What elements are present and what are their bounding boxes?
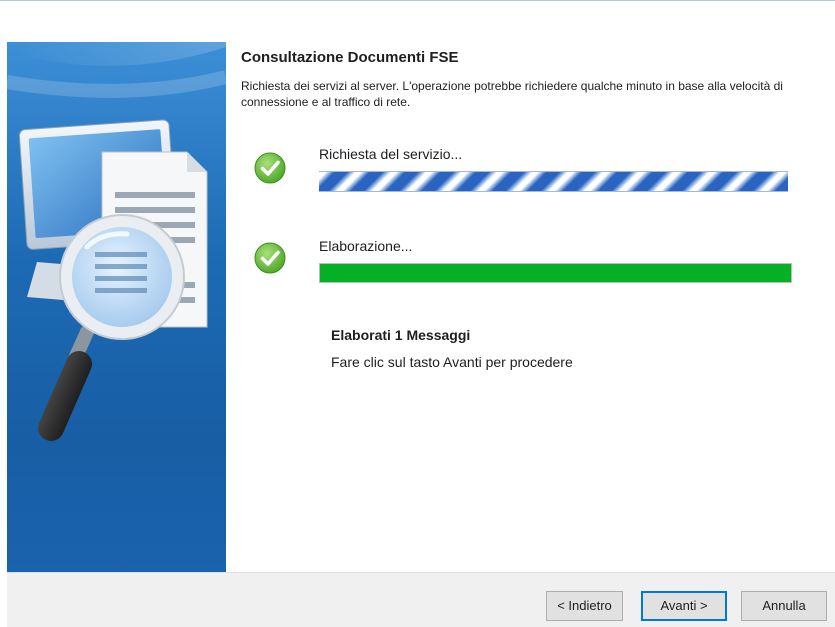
- page-title: Consultazione Documenti FSE: [241, 49, 459, 66]
- side-banner: [7, 42, 226, 572]
- processing-progress-fill: [320, 264, 791, 282]
- result-title: Elaborati 1 Messaggi: [331, 327, 471, 343]
- page-description: Richiesta dei servizi al server. L'opera…: [241, 79, 783, 109]
- request-progress-bar: [319, 171, 788, 192]
- processing-progress-bar: [319, 263, 792, 283]
- window-border: [0, 0, 835, 1]
- wizard-content: Consultazione Documenti FSE Richiesta de…: [226, 42, 835, 572]
- button-bar: < Indietro Avanti > Annulla: [7, 572, 835, 627]
- document-search-icon: [7, 42, 226, 441]
- back-button[interactable]: < Indietro: [546, 591, 623, 621]
- step-request-label: Richiesta del servizio...: [319, 146, 463, 162]
- cancel-button[interactable]: Annulla: [741, 591, 827, 621]
- check-icon: [254, 152, 286, 184]
- check-icon: [254, 242, 286, 274]
- result-message: Fare clic sul tasto Avanti per procedere: [331, 354, 573, 370]
- wizard-window: Consultazione Documenti FSE Richiesta de…: [0, 0, 835, 627]
- next-button[interactable]: Avanti >: [641, 591, 727, 621]
- step-processing-label: Elaborazione...: [319, 238, 413, 254]
